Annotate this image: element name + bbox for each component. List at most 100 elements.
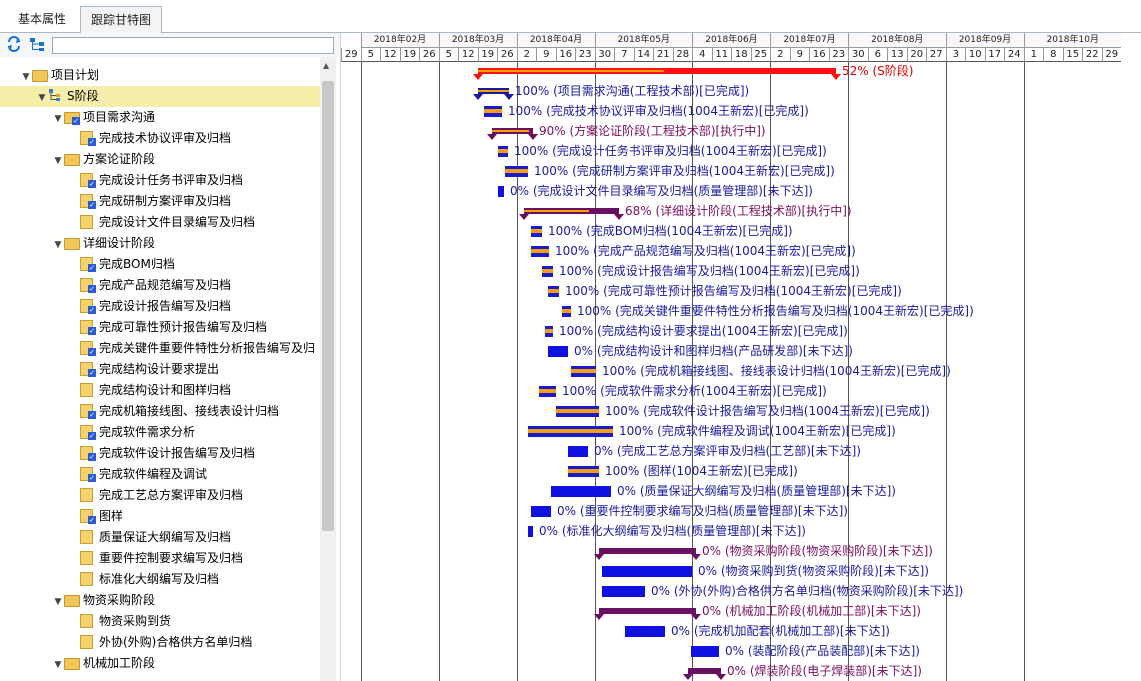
week-day-header: 17 [984,48,1004,62]
task-bar[interactable] [539,386,556,397]
task-bar[interactable] [556,406,599,417]
task-bar[interactable] [542,266,553,277]
week-day-header: 20 [906,48,926,62]
folder-icon: ✓ [64,110,80,125]
summary-bar[interactable] [683,668,726,680]
tree-row[interactable]: 完成工艺总方案评审及归档 [0,485,320,506]
gantt-chart: 2018年02月 2018年03月 2018年04月 2018年05月 2018年06月… [341,33,1141,681]
expand-arrow-icon[interactable]: ▼ [52,655,64,676]
summary-bar[interactable] [487,128,538,140]
week-day-header: 15 [1062,48,1082,62]
tree-row[interactable]: ▼ 机械加工阶段 [0,653,320,674]
tree-label: 完成工艺总方案评审及归档 [99,488,244,502]
summary-bar[interactable] [473,68,841,80]
tab-basic-properties[interactable]: 基本属性 [8,6,76,32]
tree-row[interactable]: ▼ 项目计划 [0,65,320,86]
task-bar[interactable] [548,346,568,357]
task-bar[interactable] [625,626,665,637]
expand-arrow-icon[interactable]: ▼ [52,235,64,256]
task-bar[interactable] [484,106,502,117]
tree-row[interactable]: ✓ 完成软件设计报告编写及归档 [0,443,320,464]
document-icon: ✓ [80,467,96,482]
tree-row[interactable]: ✓ 完成产品规范编写及归档 [0,275,320,296]
tree-row[interactable]: 物资采购到货 [0,611,320,632]
tree-label: 图样 [99,509,124,523]
tree-row[interactable]: 外协(外购)合格供方名单归档 [0,632,320,653]
tree-row[interactable]: ▼ S阶段 [0,86,320,107]
task-bar[interactable] [562,306,571,317]
expand-arrow-icon[interactable]: ▼ [52,151,64,172]
tree-row[interactable]: ✓ 完成设计报告编写及归档 [0,296,320,317]
search-input[interactable] [52,37,334,54]
tree-row[interactable]: ✓ 完成研制方案评审及归档 [0,191,320,212]
document-icon: ✓ [80,404,96,419]
task-bar[interactable] [602,586,645,597]
hierarchy-icon[interactable] [29,36,45,52]
task-bar[interactable] [551,486,611,497]
summary-bar[interactable] [519,208,624,220]
task-bar[interactable] [528,426,613,437]
task-label: 100% (完成关键件重要件特性分析报告编写及归档(1004王新宏)[已完成]) [577,304,974,318]
tree-row[interactable]: 标准化大纲编写及归档 [0,569,320,590]
tree-row[interactable]: 质量保证大纲编写及归档 [0,527,320,548]
task-label: 100% (完成机箱接线图、接线表设计归档(1004王新宏)[已完成]) [602,364,951,378]
task-label: 68% (详细设计阶段(工程技术部)[执行中]) [625,204,852,218]
tab-bar: 基本属性 跟踪甘特图 [0,0,1141,34]
tree-row[interactable]: 完成结构设计和图样归档 [0,380,320,401]
scroll-thumb[interactable] [322,81,334,531]
week-day-header: 9 [789,48,809,62]
task-bar[interactable] [545,326,553,337]
tree-row[interactable]: ✓ 完成软件编程及调试 [0,464,320,485]
task-label: 0% (机械加工阶段(机械加工部)[未下达]) [702,604,921,618]
summary-cap-icon [594,554,604,560]
tree-row[interactable]: ✓ 完成关键件重要件特性分析报告编写及归 [0,338,320,359]
tree-row[interactable]: ✓ 图样 [0,506,320,527]
tree-row[interactable]: ✓ 完成设计任务书评审及归档 [0,170,320,191]
summary-bar[interactable] [473,88,514,100]
tree-row[interactable]: 重要件控制要求编写及归档 [0,548,320,569]
tree-row[interactable]: ✓ 完成软件需求分析 [0,422,320,443]
tab-tracking-gantt[interactable]: 跟踪甘特图 [80,6,163,34]
task-bar[interactable] [602,566,692,577]
task-bar[interactable] [571,366,596,377]
tree-row[interactable]: ▼ 方案论证阶段 [0,149,320,170]
summary-bar[interactable] [594,548,701,560]
tree-row[interactable]: ✓ 完成可靠性预计报告编写及归档 [0,317,320,338]
tree-row[interactable]: ▼ 物资采购阶段 [0,590,320,611]
tree-label: 完成结构设计要求提出 [99,362,220,376]
tree-row[interactable]: 完成设计文件目录编写及归档 [0,212,320,233]
expand-arrow-icon[interactable]: ▼ [52,592,64,613]
tree-row[interactable]: ✓ 完成BOM归档 [0,254,320,275]
check-badge-icon: ✓ [88,474,96,482]
refresh-icon[interactable] [6,36,22,52]
task-bar[interactable] [691,646,719,657]
task-bar[interactable] [528,526,533,537]
tree-row[interactable]: ✓ 完成结构设计要求提出 [0,359,320,380]
task-label: 100% (完成设计报告编写及归档(1004王新宏)[已完成]) [559,264,860,278]
summary-bar[interactable] [594,608,701,620]
tree-row[interactable]: ✓ 完成机箱接线图、接线表设计归档 [0,401,320,422]
check-badge-icon: ✓ [88,201,96,209]
scroll-up-icon[interactable]: ▲ [323,61,329,70]
task-bar[interactable] [498,186,504,197]
task-bar[interactable] [548,286,559,297]
tree-row[interactable]: ▼ 详细设计阶段 [0,233,320,254]
stage-icon [48,88,64,101]
tree-label: 完成BOM归档 [99,257,175,271]
task-label: 0% (装配阶段(产品装配部)[未下达]) [725,644,920,658]
check-badge-icon: ✓ [88,453,96,461]
expand-arrow-icon[interactable]: ▼ [36,88,48,109]
tree-row[interactable]: ✓ 完成技术协议评审及归档 [0,128,320,149]
task-label: 0% (物资采购阶段(物资采购阶段)[未下达]) [702,544,933,558]
tree-scrollbar[interactable]: ▲ [320,57,336,681]
expand-arrow-icon[interactable]: ▼ [20,67,32,88]
task-bar[interactable] [531,506,551,517]
expand-arrow-icon[interactable]: ▼ [52,109,64,130]
task-bar[interactable] [531,246,549,257]
task-bar[interactable] [568,466,599,477]
tree-row[interactable]: ▼ ✓ 项目需求沟通 [0,107,320,128]
task-bar[interactable] [505,166,528,177]
task-bar[interactable] [531,226,542,237]
task-bar[interactable] [498,146,508,157]
task-bar[interactable] [568,446,588,457]
